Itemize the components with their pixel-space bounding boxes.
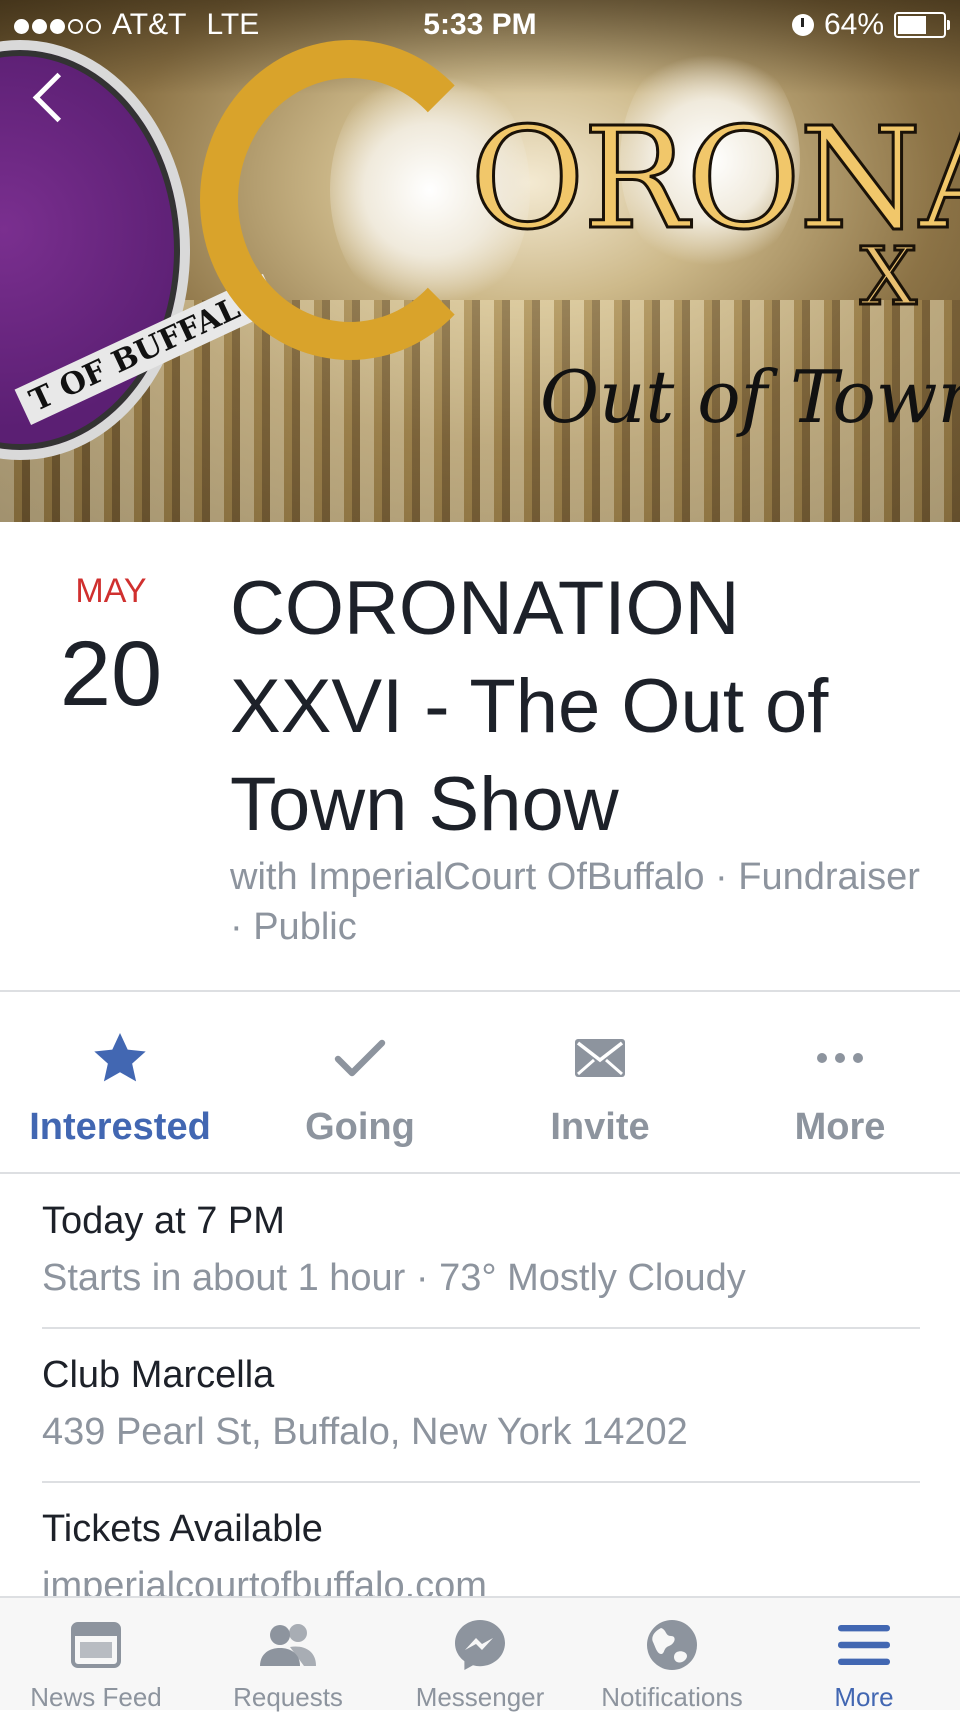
globe-icon	[576, 1616, 768, 1674]
cover-script-text: Out of Town	[540, 355, 960, 439]
tab-label: Notifications	[601, 1682, 743, 1712]
going-button[interactable]: Going	[240, 1000, 480, 1170]
event-time-weather: Starts in about 1 hour · 73° Mostly Clou…	[42, 1257, 746, 1299]
news-feed-icon	[0, 1616, 192, 1674]
more-button[interactable]: More	[720, 1000, 960, 1170]
cover-title-text: ORONAT	[468, 98, 960, 261]
event-action-bar: Interested Going Invite More	[0, 1000, 960, 1170]
event-tickets-row[interactable]: Tickets Available imperialcourtofbuffalo…	[42, 1508, 922, 1608]
status-bar: AT&T LTE 5:33 PM 64%	[0, 0, 960, 52]
alarm-icon	[791, 14, 814, 36]
tab-label: More	[834, 1682, 894, 1712]
event-subtitle[interactable]: with ImperialCourt OfBuffalo · Fundraise…	[230, 852, 930, 952]
event-time: Today at 7 PM	[42, 1200, 285, 1242]
row-divider	[42, 1481, 920, 1483]
more-dots-icon	[720, 1028, 960, 1088]
tab-notifications[interactable]: Notifications	[576, 1598, 768, 1712]
interested-button[interactable]: Interested	[0, 1000, 240, 1170]
tab-news-feed[interactable]: News Feed	[0, 1598, 192, 1712]
event-date-day: 20	[59, 623, 163, 725]
action-label: Going	[305, 1106, 415, 1148]
check-icon	[240, 1028, 480, 1088]
coronation-c-ornament	[200, 40, 500, 360]
star-icon	[0, 1028, 240, 1088]
action-label: More	[794, 1106, 886, 1148]
tab-label: Requests	[233, 1682, 343, 1712]
messenger-icon	[384, 1616, 576, 1674]
tickets-label: Tickets Available	[42, 1508, 323, 1550]
venue-address: 439 Pearl St, Buffalo, New York 14202	[42, 1411, 688, 1453]
tab-requests[interactable]: Requests	[192, 1598, 384, 1712]
action-label: Invite	[550, 1106, 650, 1148]
tab-more[interactable]: More	[768, 1598, 960, 1712]
battery-percent: 64%	[823, 8, 884, 41]
cover-roman-numeral: X	[859, 229, 919, 325]
actions-divider	[0, 1172, 960, 1174]
invite-button[interactable]: Invite	[480, 1000, 720, 1170]
tab-label: News Feed	[30, 1682, 162, 1712]
tab-label: Messenger	[415, 1682, 545, 1712]
bottom-tab-bar: News Feed Requests Messenger Notificatio…	[0, 1596, 960, 1712]
event-cover-photo[interactable]: T OF BUFFALO ORONAT X Out of Town	[0, 0, 960, 522]
event-time-row[interactable]: Today at 7 PM Starts in about 1 hour · 7…	[42, 1200, 922, 1300]
row-divider	[42, 1327, 920, 1329]
envelope-icon	[480, 1028, 720, 1088]
event-location-row[interactable]: Club Marcella 439 Pearl St, Buffalo, New…	[42, 1354, 922, 1454]
friend-requests-icon	[192, 1616, 384, 1674]
header-divider	[0, 990, 960, 992]
venue-name: Club Marcella	[42, 1354, 275, 1396]
tab-messenger[interactable]: Messenger	[384, 1598, 576, 1712]
event-title: CORONATION XXVI - The Out of Town Show	[230, 566, 829, 847]
battery-icon	[894, 12, 950, 38]
menu-icon	[768, 1616, 960, 1674]
action-label: Interested	[29, 1106, 211, 1148]
event-date-month: MAY	[75, 572, 147, 610]
